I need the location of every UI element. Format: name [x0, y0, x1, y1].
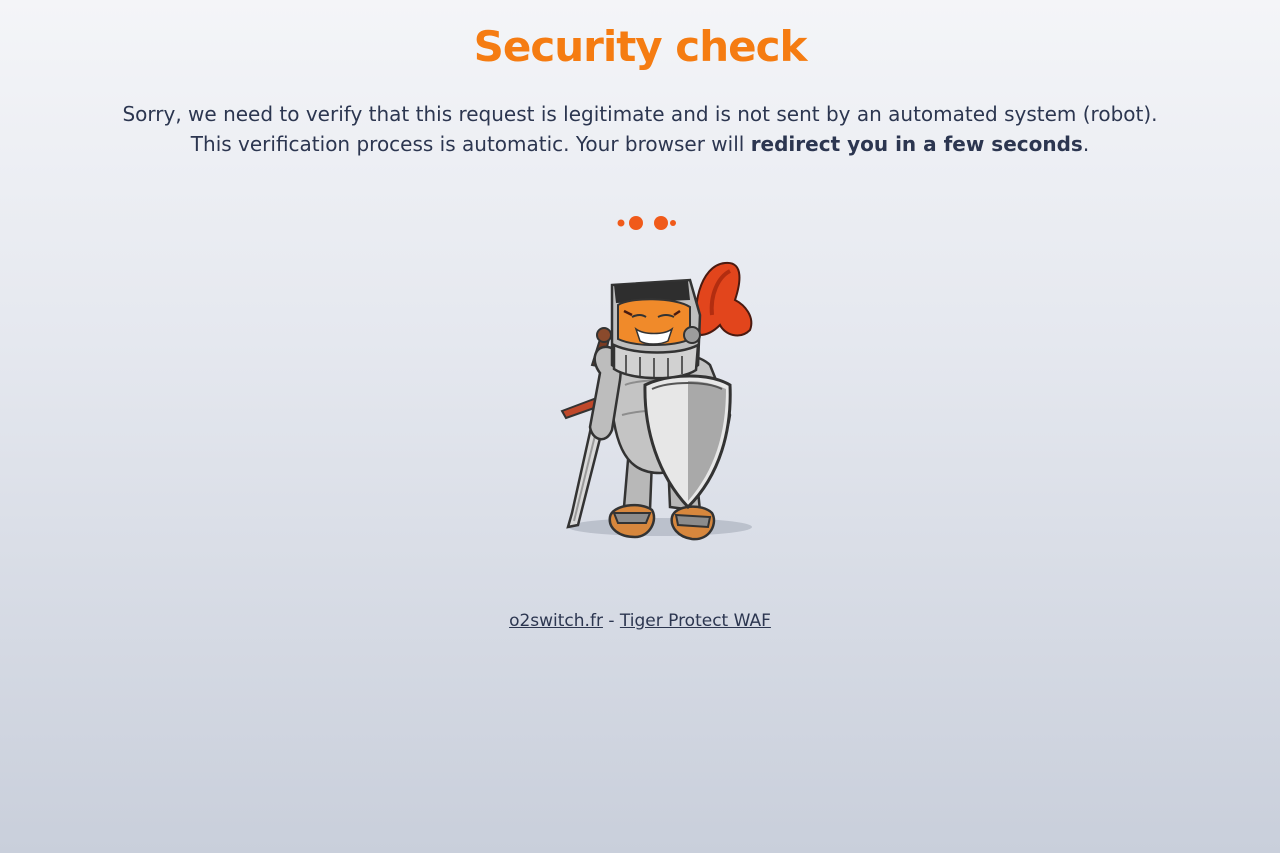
- page-title: Security check: [473, 22, 808, 71]
- loader-dot-3: [654, 216, 668, 230]
- footer: o2switch.fr - Tiger Protect WAF: [0, 611, 1280, 631]
- loader-dot-4: [670, 220, 676, 226]
- message-line-2-prefix: This verification process is automatic. …: [190, 132, 751, 156]
- loader-dot-1: [617, 219, 625, 227]
- message-line-2: This verification process is automatic. …: [0, 129, 1280, 159]
- o2switch-link[interactable]: o2switch.fr: [509, 611, 603, 631]
- footer-separator: -: [602, 611, 620, 631]
- redirect-notice: redirect you in a few seconds: [750, 132, 1083, 156]
- loading-dots-icon: [617, 216, 676, 230]
- loader-dot-2: [629, 216, 643, 230]
- message-line-2-suffix: .: [1082, 132, 1090, 156]
- tiger-protect-waf-link[interactable]: Tiger Protect WAF: [620, 611, 771, 631]
- message-line-1: Sorry, we need to verify that this reque…: [122, 102, 1158, 126]
- verification-message: Sorry, we need to verify that this reque…: [0, 99, 1280, 159]
- tiger-knight-mascot-icon: [560, 261, 753, 541]
